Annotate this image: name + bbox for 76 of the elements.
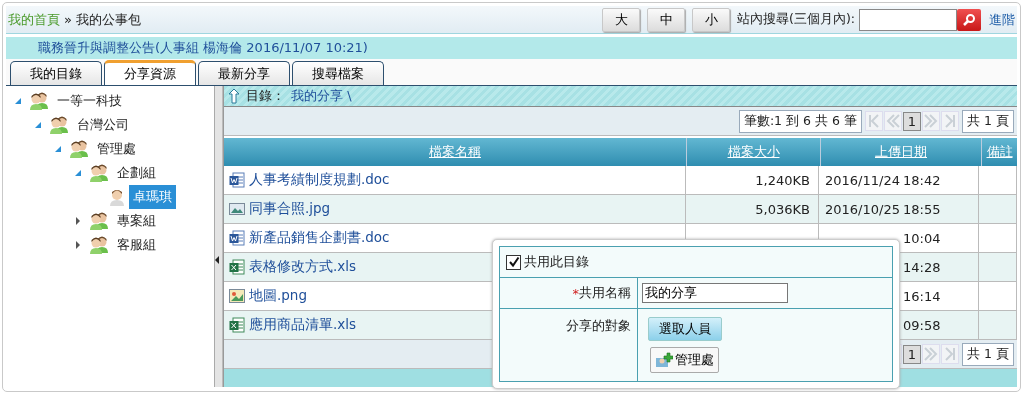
excel-file-icon	[229, 259, 245, 275]
word-file-icon	[229, 172, 245, 188]
file-name-link[interactable]: 新產品銷售企劃書.doc	[249, 229, 390, 247]
person-icon	[109, 188, 125, 206]
expanded-triangle-icon[interactable]	[14, 97, 22, 105]
upload-time: 14:28	[903, 259, 941, 275]
people-icon	[29, 92, 49, 110]
upload-date: 2016/10/25	[825, 201, 900, 217]
page-number[interactable]: 1	[902, 344, 922, 364]
up-arrow-icon[interactable]	[228, 88, 240, 104]
collapsed-triangle-icon[interactable]	[74, 241, 82, 249]
upload-time: 18:55	[903, 201, 941, 217]
tree-item[interactable]: 客服組	[113, 233, 160, 257]
expanded-triangle-icon[interactable]	[54, 145, 62, 153]
font-size-button[interactable]: 中	[647, 7, 686, 32]
file-size: 1,240KB	[755, 172, 810, 188]
search-field[interactable]	[859, 8, 957, 31]
image-file-icon	[229, 201, 245, 217]
font-size-button[interactable]: 大	[602, 7, 641, 32]
upload-time: 09:58	[903, 317, 941, 333]
word-file-icon	[229, 230, 245, 246]
directory-label: 目錄：	[246, 87, 285, 105]
file-name-link[interactable]: 同事合照.jpg	[249, 200, 331, 218]
tree-item[interactable]: 管理處	[93, 137, 140, 161]
excel-file-icon	[229, 317, 245, 333]
page-total: 共 1 頁	[962, 342, 1014, 366]
page-total: 共 1 頁	[962, 109, 1014, 133]
share-name-label: 共用名稱	[579, 284, 631, 302]
people-icon	[89, 164, 109, 182]
selected-group-chip[interactable]: 管理處	[650, 347, 719, 373]
upload-date: 2016/11/24	[825, 172, 900, 188]
share-checkbox-label[interactable]: 共用此目錄	[524, 253, 589, 271]
share-checkbox[interactable]	[506, 254, 521, 270]
expanded-triangle-icon[interactable]	[34, 121, 42, 129]
expanded-triangle-icon[interactable]	[74, 169, 82, 177]
directory-path[interactable]: 我的分享 \	[291, 87, 352, 105]
tab[interactable]: 分享資源	[104, 60, 196, 85]
share-name-field[interactable]: 我的分享	[642, 283, 788, 303]
search-button[interactable]	[957, 8, 981, 31]
search-icon	[962, 12, 976, 27]
add-group-icon	[655, 352, 673, 368]
collapse-arrow-icon[interactable]	[215, 256, 219, 264]
tree-item[interactable]: 一等一科技	[53, 89, 126, 113]
file-name-link[interactable]: 地圖.png	[249, 287, 307, 305]
upload-time: 10:04	[903, 230, 941, 246]
collapsed-triangle-icon[interactable]	[74, 217, 82, 225]
splitter-handle[interactable]	[214, 86, 223, 387]
picture-file-icon	[229, 288, 245, 304]
file-size: 5,036KB	[755, 201, 810, 217]
people-icon	[89, 212, 109, 230]
file-name-link[interactable]: 應用商品清單.xls	[249, 316, 357, 334]
announcement-link[interactable]: 職務晉升與調整公告(人事組 楊海倫 2016/11/07 10:21)	[38, 39, 368, 57]
people-icon	[89, 236, 109, 254]
tree-item[interactable]: 專案組	[113, 209, 160, 233]
file-name-link[interactable]: 表格修改方式.xls	[249, 258, 357, 276]
select-people-button[interactable]: 選取人員	[648, 317, 722, 341]
tab[interactable]: 我的目錄	[10, 61, 102, 85]
tree-item[interactable]: 台灣公司	[73, 113, 133, 137]
tree-item[interactable]: 卓瑪琪	[129, 185, 176, 209]
breadcrumb-separator: »	[64, 12, 72, 27]
people-icon	[49, 116, 69, 134]
required-mark: *	[572, 285, 579, 301]
people-icon	[69, 140, 89, 158]
file-name-link[interactable]: 人事考績制度規劃.doc	[249, 171, 390, 189]
tab[interactable]: 搜尋檔案	[292, 61, 384, 85]
tree-item[interactable]: 企劃組	[113, 161, 160, 185]
page-number[interactable]: 1	[902, 111, 922, 131]
upload-time: 16:14	[903, 288, 941, 304]
font-size-button[interactable]: 小	[692, 7, 731, 32]
tab[interactable]: 最新分享	[198, 61, 290, 85]
upload-time: 18:42	[903, 172, 941, 188]
advanced-search-link[interactable]: 進階	[989, 10, 1015, 29]
search-label: 站內搜尋(三個月內):	[737, 11, 855, 28]
record-count: 筆數:1 到 6 共 6 筆	[738, 109, 862, 133]
breadcrumb-current: 我的公事包	[75, 10, 141, 29]
share-target-label: 分享的對象	[566, 317, 631, 335]
